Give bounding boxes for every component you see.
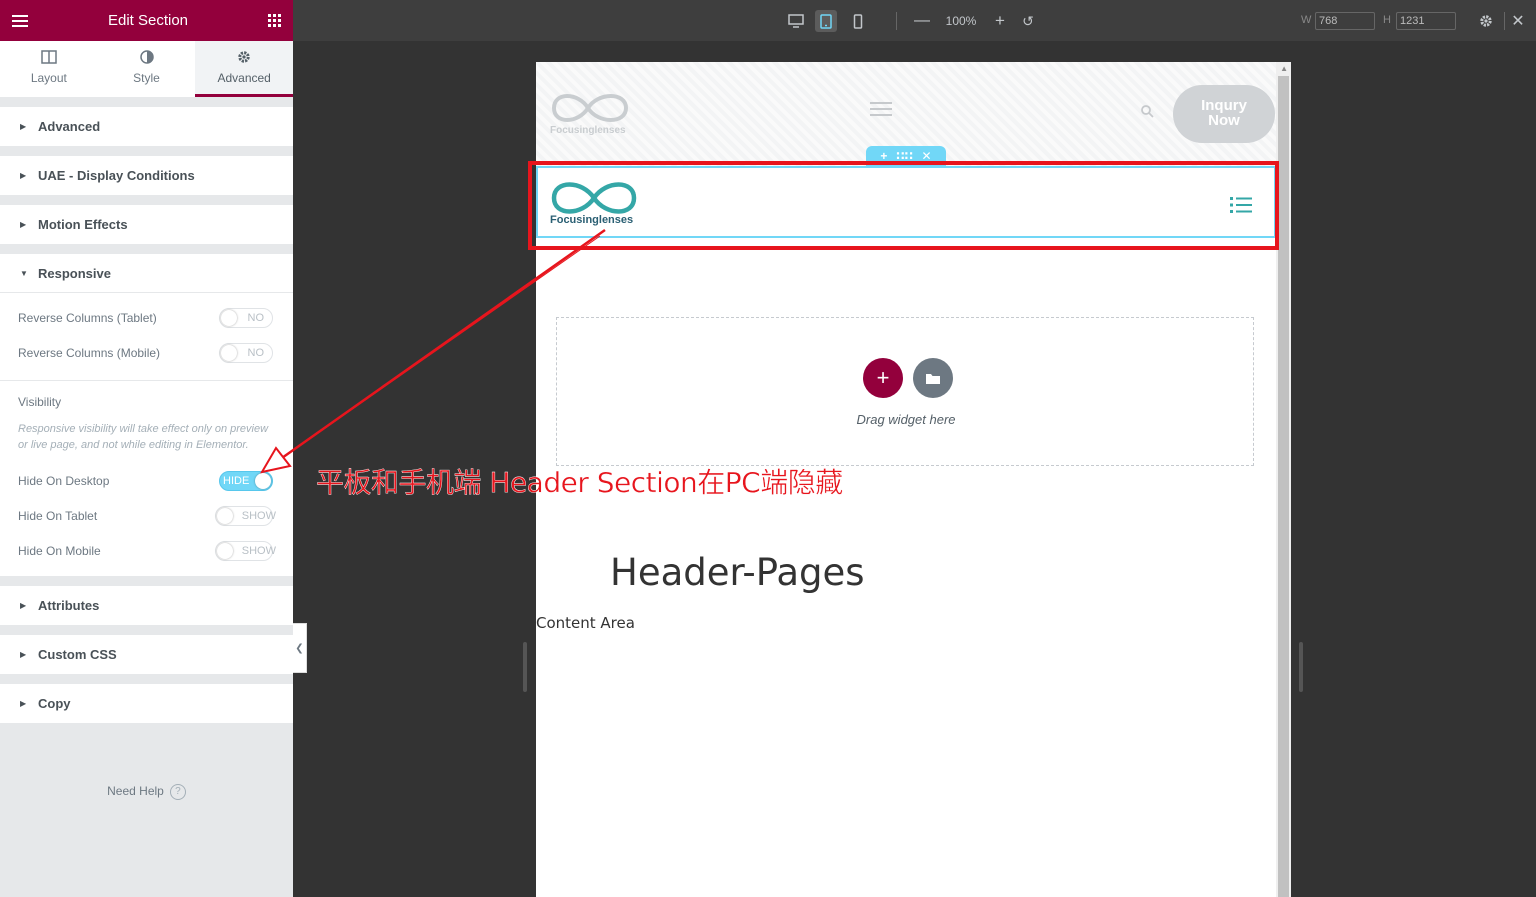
minus-icon: — [914, 12, 930, 29]
add-widget-button[interactable]: + [863, 358, 903, 398]
width-label: W [1301, 14, 1312, 26]
settings-button[interactable] [1476, 10, 1496, 32]
caret-right-icon: ▶ [20, 699, 27, 708]
plus-icon: + [995, 11, 1005, 30]
zoom-out-button[interactable]: — [913, 10, 931, 32]
panel-tabs: Layout Style Advanced [0, 41, 294, 97]
inquiry-now-button[interactable]: Inqury Now [1173, 85, 1275, 143]
menu-icon[interactable] [12, 14, 28, 27]
control-hide-mobile: Hide On Mobile SHOW [0, 533, 293, 568]
control-hide-desktop: Hide On Desktop HIDE [0, 463, 293, 498]
widgets-grid-icon[interactable] [267, 14, 281, 27]
scroll-up-icon[interactable]: ▲ [1280, 64, 1288, 73]
annotation-caption: 平板和手机端 Header Section在PC端隐藏 [316, 466, 844, 499]
tab-layout[interactable]: Layout [0, 41, 98, 97]
desktop-icon [788, 14, 804, 28]
reverse-tablet-switch[interactable]: NO [219, 307, 273, 328]
zoom-level: 100% [945, 14, 977, 28]
resize-handle-left[interactable] [523, 642, 527, 692]
tablet-icon [820, 13, 832, 29]
reset-zoom-button[interactable]: ↺ [1019, 10, 1037, 32]
collapse-panel-button[interactable]: ❮ [293, 623, 307, 673]
caret-down-icon: ▼ [20, 268, 28, 278]
tab-label: Layout [30, 71, 67, 85]
caret-right-icon: ▶ [20, 650, 27, 659]
page-title: Header-Pages [610, 551, 865, 594]
panel-title: Edit Section [107, 12, 189, 29]
desktop-device-button[interactable] [785, 10, 807, 32]
reverse-mobile-switch[interactable]: NO [219, 342, 273, 363]
caret-right-icon: ▶ [20, 220, 27, 229]
control-reverse-mobile: Reverse Columns (Mobile) NO [0, 335, 293, 370]
hide-tablet-switch[interactable]: SHOW [215, 505, 276, 526]
section-attributes[interactable]: ▶ Attributes [0, 586, 293, 625]
tab-advanced[interactable]: Advanced [195, 41, 294, 97]
panel-header: Edit Section [0, 0, 293, 41]
tablet-device-button[interactable] [815, 10, 837, 32]
height-label: H [1383, 14, 1391, 26]
tab-label: Advanced [217, 71, 271, 85]
mobile-icon [853, 13, 863, 29]
svg-text:Focusinglenses: Focusinglenses [550, 125, 626, 136]
mobile-device-button[interactable] [847, 10, 869, 32]
caret-right-icon: ▶ [20, 171, 27, 180]
width-input[interactable]: 768 [1315, 12, 1375, 30]
control-reverse-tablet: Reverse Columns (Tablet) NO [0, 300, 293, 335]
responsive-topbar: — 100% + ↺ W 768 H 1231 ✕ [293, 0, 1536, 41]
section-advanced[interactable]: ▶ Advanced [0, 107, 293, 146]
control-hide-tablet: Hide On Tablet SHOW [0, 498, 293, 533]
section-display-conditions[interactable]: ▶ UAE - Display Conditions [0, 156, 293, 195]
drag-widget-hint: Drag widget here [856, 412, 956, 427]
hide-mobile-switch[interactable]: SHOW [215, 540, 276, 561]
annotation-highlight-box [528, 161, 1279, 250]
section-responsive[interactable]: ▼ Responsive [0, 254, 293, 293]
section-custom-css[interactable]: ▶ Custom CSS [0, 635, 293, 674]
chevron-left-icon: ❮ [295, 642, 304, 654]
close-icon: ✕ [1511, 13, 1525, 30]
editor-panel: Edit Section Layout Style Advanced ▶ Adva… [0, 0, 294, 897]
height-input[interactable]: 1231 [1396, 12, 1456, 30]
section-motion-effects[interactable]: ▶ Motion Effects [0, 205, 293, 244]
need-help-link[interactable]: Need Help? [0, 784, 293, 800]
tab-style[interactable]: Style [98, 41, 196, 97]
visibility-note: Responsive visibility will take effect o… [18, 423, 269, 451]
close-responsive-button[interactable]: ✕ [1508, 10, 1528, 32]
resize-handle-right[interactable] [1299, 642, 1303, 692]
responsive-controls: Reverse Columns (Tablet) NO Reverse Colu… [0, 293, 293, 576]
gear-icon [1480, 15, 1492, 27]
folder-icon [926, 373, 940, 384]
tab-label: Style [133, 71, 160, 85]
section-copy[interactable]: ▶ Copy [0, 684, 293, 723]
columns-icon [41, 50, 57, 66]
content-area-text: Content Area [536, 614, 635, 632]
template-library-button[interactable] [913, 358, 953, 398]
visibility-heading: Visibility [18, 395, 62, 409]
reset-icon: ↺ [1022, 12, 1034, 29]
caret-right-icon: ▶ [20, 122, 27, 131]
gear-icon [237, 50, 251, 66]
question-icon: ? [169, 784, 186, 800]
plus-icon: + [876, 365, 890, 390]
hide-desktop-switch[interactable]: HIDE [219, 470, 273, 491]
scrollbar-thumb[interactable] [1278, 76, 1289, 897]
zoom-in-button[interactable]: + [991, 10, 1009, 32]
hamburger-icon[interactable] [870, 100, 892, 118]
search-icon[interactable] [1140, 104, 1154, 118]
focusinglenses-logo-faded: Focusinglenses [550, 94, 629, 136]
widget-drop-area[interactable]: + Drag widget here [556, 317, 1254, 466]
half-circle-icon [139, 50, 154, 66]
caret-right-icon: ▶ [20, 601, 27, 610]
